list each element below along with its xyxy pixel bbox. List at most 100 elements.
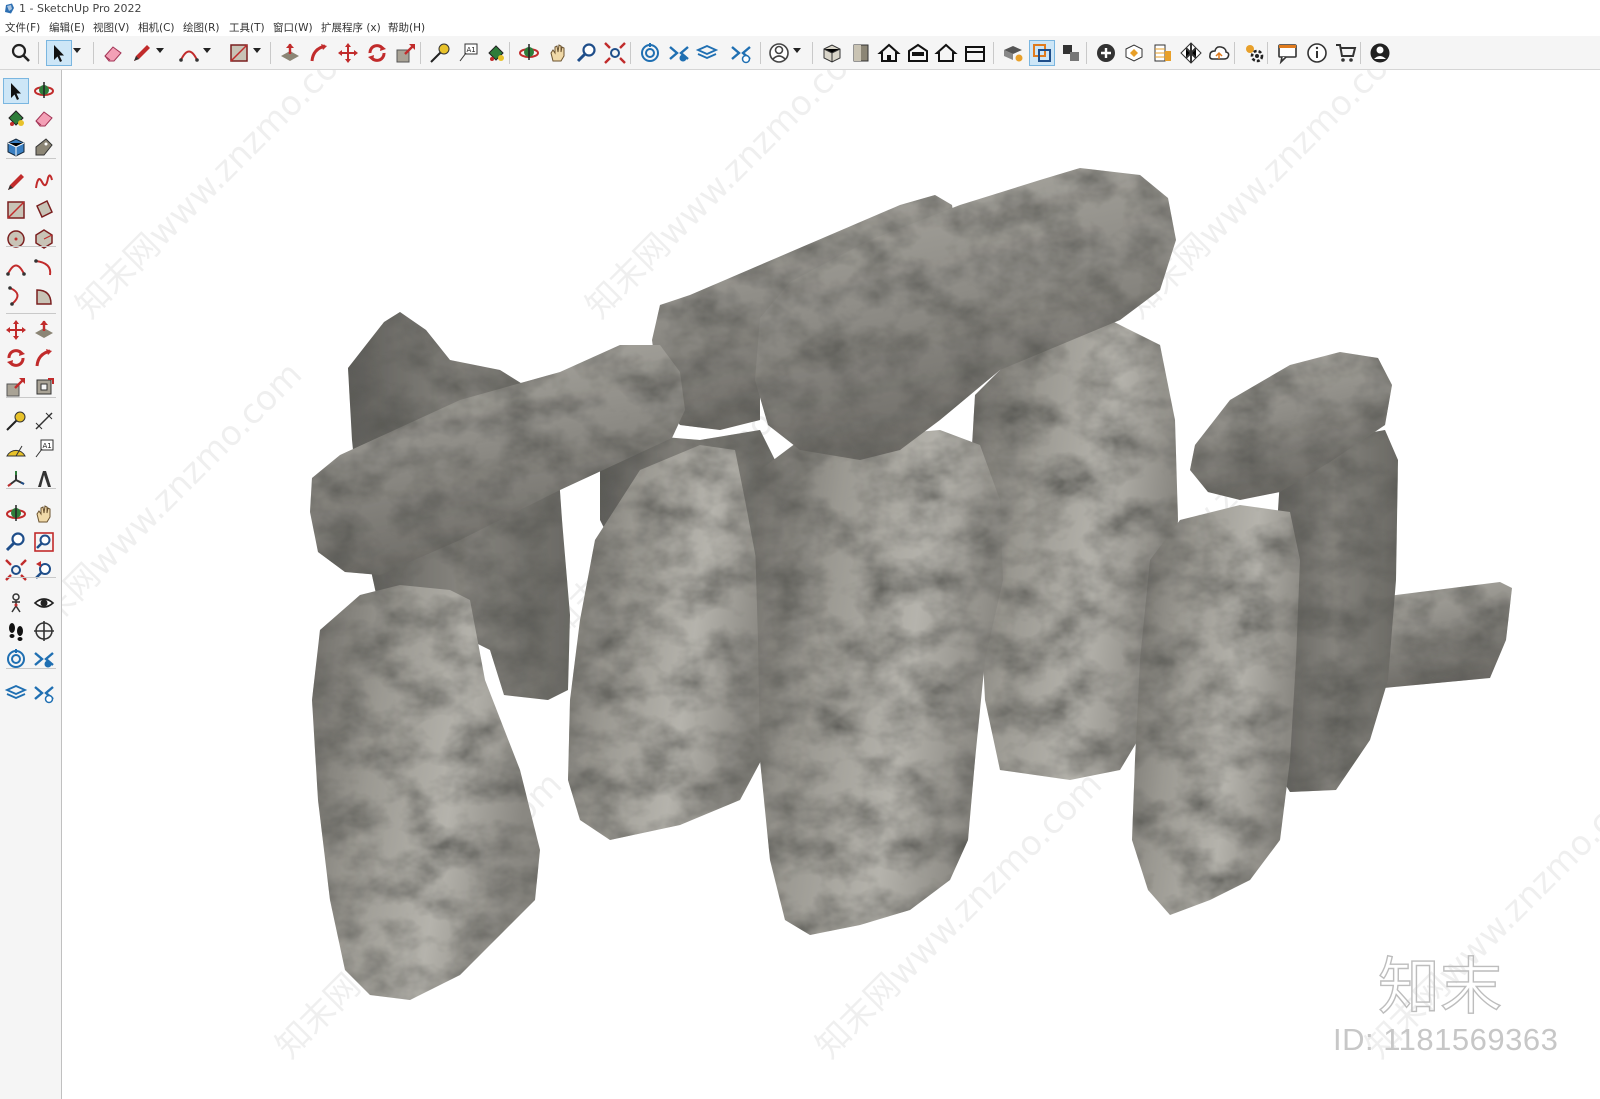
toolbar-cloud-button[interactable] [1207,41,1231,65]
sidebar-rotate-button[interactable] [4,346,28,370]
dropdown-arrow-icon[interactable] [793,48,801,53]
sidebar-position-camera-button[interactable] [4,591,28,615]
toolbar-push-pull-button[interactable] [278,41,302,65]
menu-edit[interactable]: 编辑(E) [49,20,85,35]
toolbar-scale-button[interactable] [394,41,418,65]
sidebar-orbit-button[interactable] [32,79,56,103]
dropdown-arrow-icon[interactable] [73,48,81,53]
toolbar-iso-view-button[interactable] [820,41,844,65]
sidebar-tape-measure-button[interactable] [4,409,28,433]
sidebar-polygon-button[interactable] [32,227,56,251]
toolbar-search-button[interactable] [9,41,33,65]
dropdown-arrow-icon[interactable] [203,48,211,53]
toolbar-section-button[interactable] [1059,41,1083,65]
sidebar-pie-button[interactable] [32,284,56,308]
sidebar-paint-bucket-button[interactable] [4,106,28,130]
sidebar-orbit-button[interactable] [4,502,28,526]
sidebar-freehand-button[interactable] [32,170,56,194]
toolbar-extension-warehouse-button[interactable] [667,41,691,65]
toolbar-layout-button[interactable] [695,41,719,65]
sidebar-layout-button[interactable] [4,681,28,705]
menu-window[interactable]: 窗口(W) [273,20,313,35]
toolbar-pencil-line-button[interactable] [130,41,154,65]
menu-tools[interactable]: 工具(T) [229,20,265,35]
toolbar-info-button[interactable] [1305,41,1329,65]
toolbar-top-view-button[interactable] [849,41,873,65]
dropdown-arrow-icon[interactable] [253,48,261,53]
sidebar-three-point-arc-button[interactable] [4,284,28,308]
sidebar-component-button[interactable] [4,135,28,159]
toolbar-paint-bucket-button[interactable] [484,41,508,65]
toolbar-move-button[interactable] [336,41,360,65]
sidebar-walk-button[interactable] [4,619,28,643]
toolbar-settings-button[interactable] [1242,41,1266,65]
menu-view[interactable]: 视图(V) [93,20,129,35]
sidebar-look-around-button[interactable] [32,591,56,615]
stone-monument-model[interactable]: 知末网www.znzmo.com 知末网www.znzmo.com 知末网www… [62,70,1600,1099]
sidebar-arc-button[interactable] [4,255,28,279]
toolbar-orbit-button[interactable] [517,41,541,65]
dropdown-arrow-icon[interactable] [156,48,164,53]
toolbar-warehouse-button[interactable] [638,41,662,65]
toolbar-left-view-button[interactable] [963,41,987,65]
sidebar-dimension-button[interactable] [32,409,56,433]
toolbar-pan-button[interactable] [546,41,570,65]
sidebar-previous-view-button[interactable] [32,558,56,582]
toolbar-message-button[interactable] [1276,41,1300,65]
sidebar-tag-button[interactable] [32,135,56,159]
sidebar-zoom-extents-button[interactable] [4,558,28,582]
toolbar-extension-manager-button[interactable] [729,41,753,65]
three-point-arc-icon [8,286,19,306]
sidebar-pencil-line-button[interactable] [4,170,28,194]
menu-draw[interactable]: 绘图(R) [183,20,220,35]
toolbar-shadow-button[interactable] [1122,41,1146,65]
sidebar-section-plane-button[interactable] [32,619,56,643]
toolbar-tape-measure-button[interactable] [428,41,452,65]
menu-help[interactable]: 帮助(H) [388,20,425,35]
menu-file[interactable]: 文件(F) [5,20,40,35]
toolbar-right-view-button[interactable] [906,41,930,65]
toolbar-match-photo-button[interactable] [1151,41,1175,65]
toolbar-rectangle-button[interactable] [227,41,251,65]
sidebar-text-label-button[interactable]: A1 [32,437,56,461]
toolbar-cart-button[interactable] [1334,41,1358,65]
menu-extensions[interactable]: 扩展程序 (x) [321,20,381,35]
model-viewport[interactable]: 知末网www.znzmo.com 知末网www.znzmo.com 知末网www… [62,70,1600,1099]
sidebar-eraser-button[interactable] [32,106,56,130]
toolbar-back-view-button[interactable] [934,41,958,65]
sidebar-pan-button[interactable] [32,502,56,526]
toolbar-text-label-button[interactable]: A1 [456,41,480,65]
toolbar-profile-button[interactable] [1368,41,1392,65]
toolbar-rotate-button[interactable] [365,41,389,65]
sidebar-two-point-arc-button[interactable] [32,255,56,279]
toolbar-select-arrow-button[interactable] [46,40,72,66]
sidebar-offset-button[interactable] [32,375,56,399]
toolbar-eraser-button[interactable] [101,41,125,65]
toolbar-front-view-button[interactable] [877,41,901,65]
sidebar-select-arrow-button[interactable] [3,78,29,104]
sidebar-scale-button[interactable] [4,375,28,399]
sidebar-push-pull-button[interactable] [32,318,56,342]
pencil-line-icon [8,174,24,190]
menu-camera[interactable]: 相机(C) [138,20,175,35]
sidebar-protractor-button[interactable] [4,437,28,461]
stones[interactable] [310,168,1512,1000]
toolbar-zoom-button[interactable] [575,41,599,65]
toolbar-checker-button[interactable] [1179,41,1203,65]
toolbar-add-location-button[interactable] [1094,41,1118,65]
toolbar-follow-me-button[interactable] [307,41,331,65]
sidebar-rotated-rectangle-button[interactable] [32,198,56,222]
sidebar-rectangle-button[interactable] [4,198,28,222]
toolbar-arc-button[interactable] [177,41,201,65]
toolbar-user-account-button[interactable] [767,41,791,65]
sidebar-zoom-button[interactable] [4,530,28,554]
sidebar-zoom-window-button[interactable] [32,530,56,554]
toolbar-zoom-extents-button[interactable] [603,41,627,65]
toolbar-solid-tools-button[interactable] [1001,41,1025,65]
sidebar-circle-button[interactable] [4,227,28,251]
toolbar-outer-shell-button[interactable] [1029,40,1055,66]
sidebar-move-button[interactable] [4,318,28,342]
sidebar-extension-manager-button[interactable] [32,681,56,705]
sidebar-follow-me-button[interactable] [32,346,56,370]
toolbar-separator [38,42,39,64]
